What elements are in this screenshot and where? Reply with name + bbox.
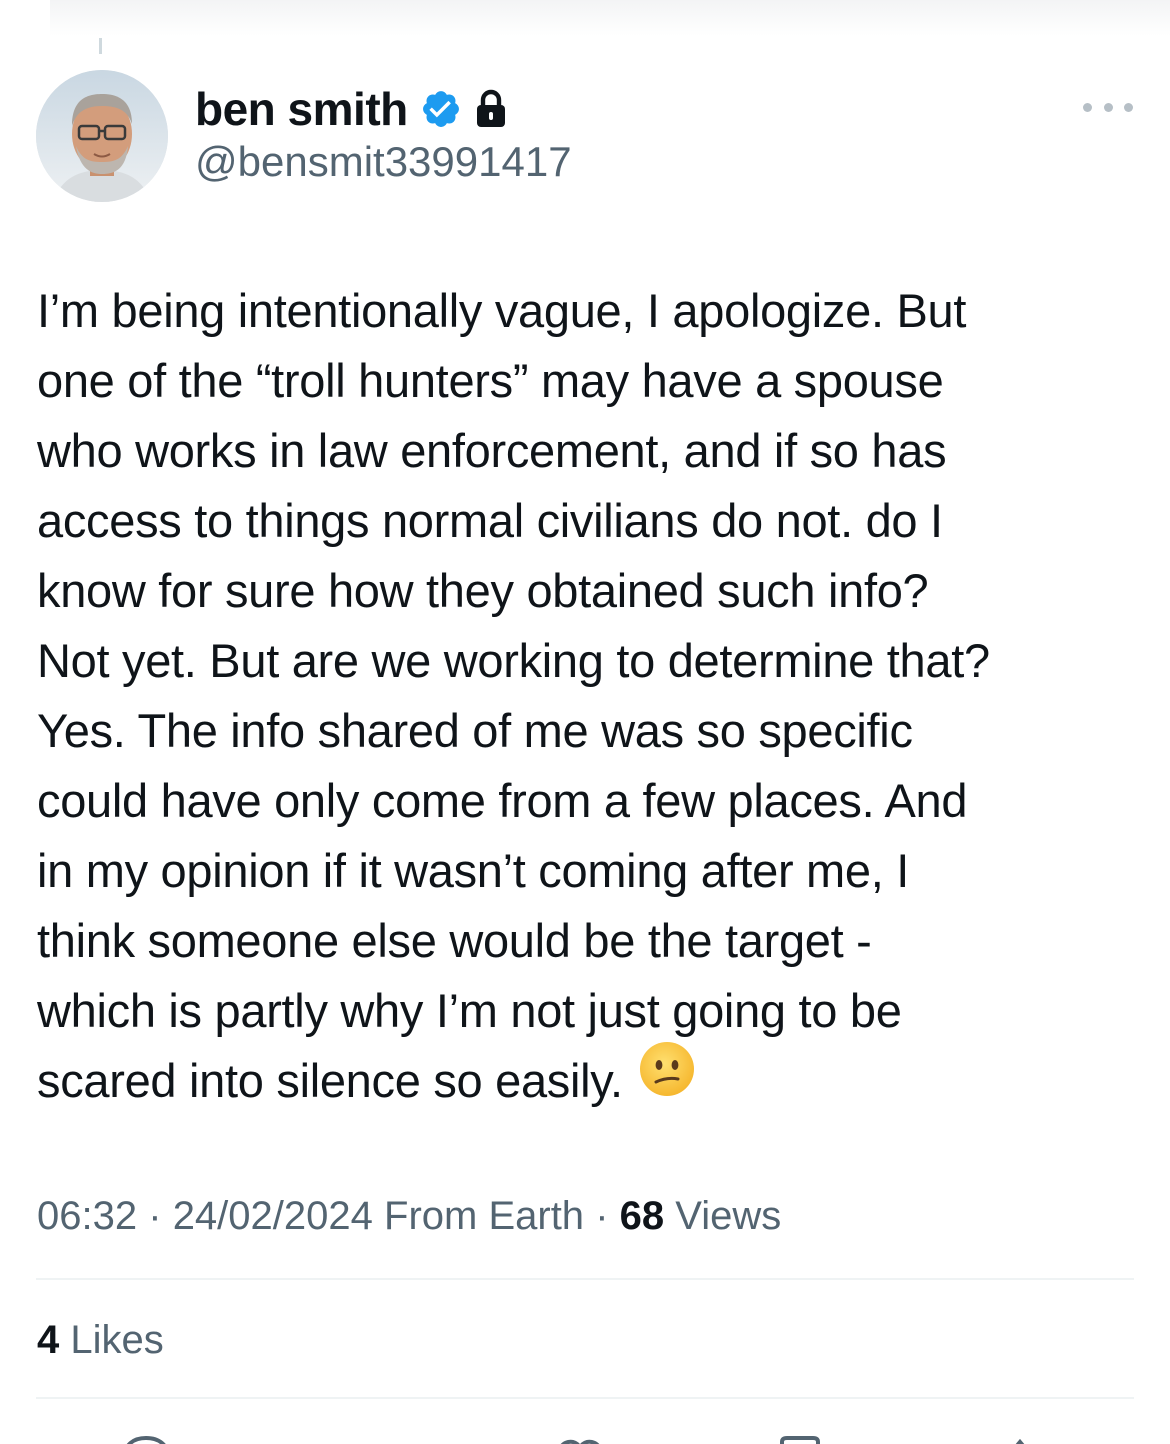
avatar-photo <box>36 70 168 202</box>
lock-icon <box>474 89 508 129</box>
retweet-icon[interactable] <box>333 1430 393 1444</box>
tweet-line: access to things normal civilians do not… <box>37 494 943 547</box>
thread-connector-line <box>99 38 102 54</box>
author-name-row[interactable]: ben smith <box>195 82 508 136</box>
tweet-line: in my opinion if it wasn’t coming after … <box>37 844 910 897</box>
like-icon[interactable] <box>550 1430 610 1444</box>
meta-separator: · <box>595 1194 609 1238</box>
more-icon[interactable] <box>1083 95 1133 119</box>
verified-badge-icon[interactable] <box>420 88 462 130</box>
tweet-line: one of the “troll hunters” may have a sp… <box>37 354 944 407</box>
tweet-line: Yes. The info shared of me was so specif… <box>37 704 913 757</box>
tweet-meta: 06:32 · 24/02/2024 From Earth · 68 Views <box>37 1190 781 1242</box>
confused-face-icon <box>639 1041 695 1116</box>
divider <box>36 1278 1134 1280</box>
likes-label[interactable]: Likes <box>70 1318 163 1362</box>
meta-separator: · <box>148 1194 162 1238</box>
tweet-line: know for sure how they obtained such inf… <box>37 564 929 617</box>
previous-tweet-fade <box>50 0 1170 36</box>
tweet-line: who works in law enforcement, and if so … <box>37 424 947 477</box>
more-dot <box>1124 102 1133 112</box>
author-handle[interactable]: @bensmit33991417 <box>195 136 572 188</box>
tweet-line: Not yet. But are we working to determine… <box>37 634 990 687</box>
bookmark-icon[interactable] <box>770 1430 830 1444</box>
tweet-time[interactable]: 06:32 <box>37 1194 137 1238</box>
tweet-line: could have only come from a few places. … <box>37 774 968 827</box>
tweet-line: which is partly why I’m not just going t… <box>37 984 902 1037</box>
tweet-text: I’m being intentionally vague, I apologi… <box>37 276 1142 1116</box>
more-dot <box>1103 102 1113 112</box>
share-icon[interactable] <box>990 1430 1050 1444</box>
tweet-line: I’m being intentionally vague, I apologi… <box>37 284 967 337</box>
more-dot <box>1083 102 1092 112</box>
tweet-date[interactable]: 24/02/2024 <box>173 1194 373 1238</box>
avatar[interactable] <box>36 70 168 202</box>
views-label[interactable]: Views <box>675 1194 781 1238</box>
divider <box>36 1397 1134 1399</box>
tweet-line: think someone else would be the target - <box>37 914 872 967</box>
views-count[interactable]: 68 <box>620 1194 665 1238</box>
action-bar <box>0 1430 1170 1444</box>
tweet-line-text: scared into silence so easily. <box>37 1054 623 1107</box>
tweet-source: From Earth <box>384 1194 585 1238</box>
likes-count[interactable]: 4 <box>37 1318 59 1362</box>
tweet-last-line: scared into silence so easily. <box>37 1042 1142 1116</box>
reply-icon[interactable] <box>116 1430 176 1444</box>
likes-row[interactable]: 4 Likes <box>37 1314 164 1366</box>
author-display-name[interactable]: ben smith <box>195 82 408 136</box>
